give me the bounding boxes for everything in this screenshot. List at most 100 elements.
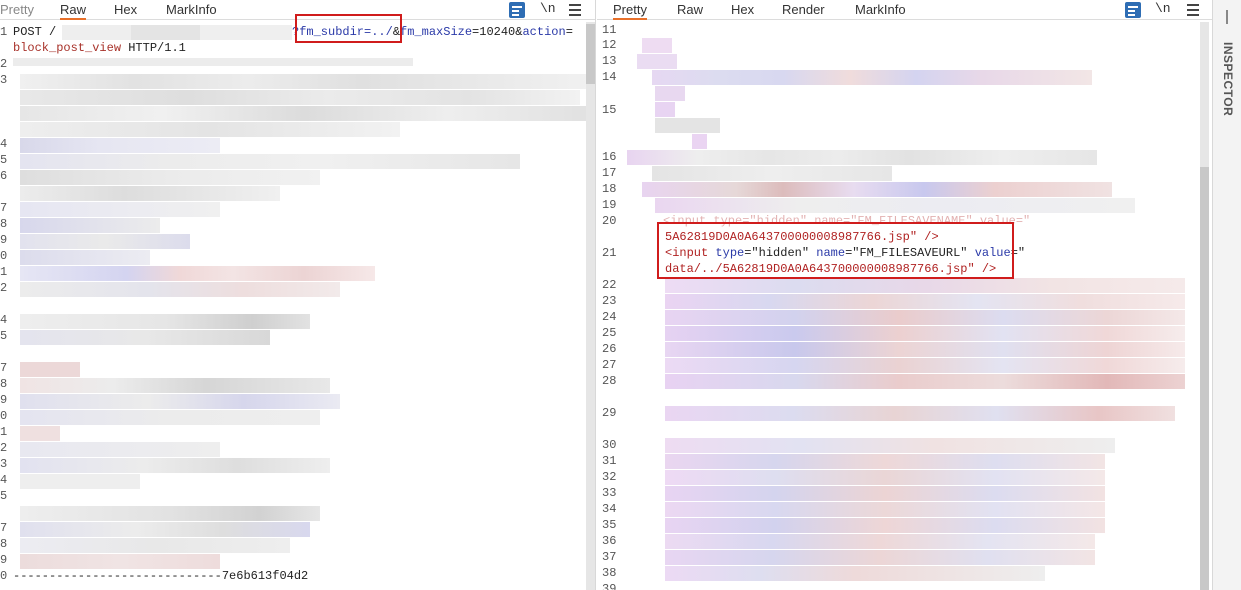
redacted-row	[20, 554, 220, 569]
request-line: POST /	[13, 24, 56, 40]
line-number: 4	[0, 137, 8, 151]
request-line-cont: block_post_view HTTP/1.1	[13, 40, 186, 56]
line-number: 4	[0, 313, 8, 327]
line-number: 21	[602, 246, 617, 260]
redacted-row	[665, 438, 1115, 453]
query-action-key: action	[522, 25, 566, 39]
tab-hex[interactable]: Hex	[114, 1, 137, 18]
inspector-label[interactable]: INSPECTOR	[1221, 42, 1235, 116]
tab-raw[interactable]: Raw	[60, 1, 87, 20]
line-number: 20	[602, 214, 617, 228]
redacted-row	[655, 102, 675, 117]
line-number: 5	[0, 489, 8, 503]
query-action-eq: =	[565, 25, 573, 39]
redacted-row	[665, 566, 1045, 581]
line-number: 1	[0, 25, 8, 39]
highlight-box-subdir	[295, 14, 402, 43]
line-number: 5	[0, 153, 8, 167]
line-number: 13	[602, 54, 617, 68]
redacted-row	[652, 166, 892, 181]
line-number: 3	[0, 73, 8, 87]
menu-icon[interactable]	[569, 4, 581, 16]
line-number: 12	[602, 38, 617, 52]
line-number: 36	[602, 534, 617, 548]
multipart-boundary: -----------------------------7e6b613f04d…	[13, 569, 309, 583]
vertical-scrollbar[interactable]	[1200, 22, 1209, 590]
redacted-row	[655, 118, 720, 133]
tab-pretty[interactable]: Pretty	[613, 1, 647, 20]
redacted-row	[642, 182, 1112, 197]
response-tabs: Pretty Raw Hex Render MarkInfo \n	[597, 0, 1212, 20]
line-number: 14	[602, 70, 617, 84]
redacted-row	[692, 134, 707, 149]
line-number: 5	[0, 329, 8, 343]
redacted-row	[20, 266, 375, 281]
line-number: 32	[602, 470, 617, 484]
line-number: 31	[602, 454, 617, 468]
tab-markinfo[interactable]: MarkInfo	[166, 1, 217, 18]
redacted-row	[20, 90, 580, 105]
line-number: 9	[0, 393, 8, 407]
line-number: 35	[602, 518, 617, 532]
redacted-row	[665, 310, 1185, 325]
redacted-row	[652, 70, 1092, 85]
line-number: 11	[602, 23, 617, 37]
menu-icon[interactable]	[1187, 4, 1199, 16]
redacted-row	[20, 138, 220, 153]
redacted-row	[665, 470, 1105, 485]
tab-render[interactable]: Render	[782, 1, 825, 18]
line-number: 9	[0, 233, 8, 247]
redacted-row	[20, 314, 310, 329]
line-number: 7	[0, 201, 8, 215]
redacted-row	[655, 198, 1135, 213]
line-number: 37	[602, 550, 617, 564]
redacted-row	[20, 170, 320, 185]
line-number: 4	[0, 473, 8, 487]
newline-toggle[interactable]: \n	[540, 1, 556, 18]
drag-handle-icon[interactable]	[1226, 10, 1228, 24]
redacted-row	[20, 330, 270, 345]
redacted-row	[20, 538, 290, 553]
line-number: 19	[602, 198, 617, 212]
vertical-scrollbar[interactable]	[586, 22, 595, 590]
redacted-row	[665, 502, 1105, 517]
line-number: 1	[0, 265, 8, 279]
redacted-row	[665, 550, 1095, 565]
redacted-row	[665, 294, 1185, 309]
redacted-row	[20, 250, 150, 265]
tab-raw[interactable]: Raw	[677, 1, 703, 18]
line-number: 30	[602, 438, 617, 452]
line-number: 34	[602, 502, 617, 516]
redacted-row	[655, 86, 685, 101]
query-maxsize-eq: =10240&	[472, 25, 523, 39]
redacted-row	[20, 74, 590, 89]
redacted-row	[665, 518, 1105, 533]
line-number: 7	[0, 361, 8, 375]
redacted-row	[20, 106, 590, 121]
newline-toggle[interactable]: \n	[1155, 1, 1171, 18]
scrollbar-thumb[interactable]	[1200, 167, 1209, 590]
wrap-lines-icon[interactable]	[1125, 2, 1141, 18]
scrollbar-thumb[interactable]	[586, 24, 595, 84]
redacted-row	[665, 342, 1185, 357]
tab-hex[interactable]: Hex	[731, 1, 754, 18]
tab-pretty[interactable]: Pretty	[0, 1, 34, 18]
redacted-row	[665, 454, 1105, 469]
redacted-row	[20, 458, 330, 473]
tab-markinfo[interactable]: MarkInfo	[855, 1, 906, 18]
line-number: 17	[602, 166, 617, 180]
line-number: 2	[0, 57, 8, 71]
inspector-sidebar[interactable]: INSPECTOR	[1212, 0, 1241, 590]
redacted-row	[20, 378, 330, 393]
line-number: 8	[0, 537, 8, 551]
line-number: 0	[0, 249, 8, 263]
redacted-row	[20, 122, 400, 137]
highlight-box-filesaveurl	[657, 222, 1014, 279]
wrap-lines-icon[interactable]	[509, 2, 525, 18]
line-number: 33	[602, 486, 617, 500]
redacted-row	[20, 154, 520, 169]
request-method-path: POST /	[13, 25, 57, 39]
redacted-row	[627, 150, 1097, 165]
line-number: 2	[0, 441, 8, 455]
line-number: 23	[602, 294, 617, 308]
